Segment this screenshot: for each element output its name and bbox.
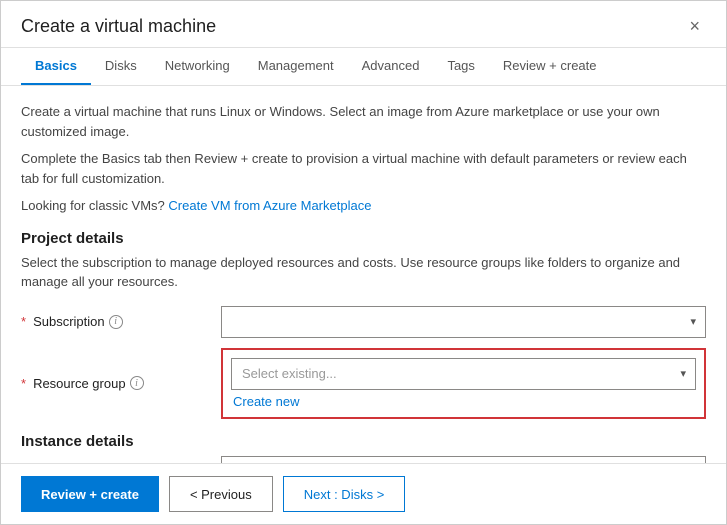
tabs-bar: Basics Disks Networking Management Advan… xyxy=(1,48,726,86)
tab-advanced[interactable]: Advanced xyxy=(348,48,434,85)
create-new-resource-group-link[interactable]: Create new xyxy=(231,394,696,409)
subscription-select-wrapper: ▾ xyxy=(221,306,706,338)
subscription-select[interactable] xyxy=(221,306,706,338)
resource-group-label: * Resource group i xyxy=(21,376,221,391)
instance-details-title: Instance details xyxy=(21,433,706,450)
tab-management[interactable]: Management xyxy=(244,48,348,85)
tab-review-create[interactable]: Review + create xyxy=(489,48,611,85)
subscription-control: ▾ xyxy=(221,306,706,338)
project-details-description: Select the subscription to manage deploy… xyxy=(21,253,706,292)
resource-group-required: * xyxy=(21,376,26,391)
resource-group-info-icon[interactable]: i xyxy=(130,376,144,390)
classic-prefix: Looking for classic VMs? xyxy=(21,198,168,213)
tab-disks[interactable]: Disks xyxy=(91,48,151,85)
close-button[interactable]: × xyxy=(683,15,706,37)
tab-tags[interactable]: Tags xyxy=(433,48,488,85)
tab-basics[interactable]: Basics xyxy=(21,48,91,85)
dialog-header: Create a virtual machine × xyxy=(1,1,726,48)
description-line1: Create a virtual machine that runs Linux… xyxy=(21,102,706,141)
dialog-content: Create a virtual machine that runs Linux… xyxy=(1,86,726,463)
project-details-title: Project details xyxy=(21,230,706,247)
resource-group-select-row: Select existing... ▾ xyxy=(231,358,696,390)
previous-button[interactable]: < Previous xyxy=(169,476,273,512)
review-create-button[interactable]: Review + create xyxy=(21,476,159,512)
dialog-footer: Review + create < Previous Next : Disks … xyxy=(1,463,726,524)
resource-group-row: * Resource group i Select existing... ▾ … xyxy=(21,348,706,419)
resource-group-box: Select existing... ▾ Create new xyxy=(221,348,706,419)
description-line2: Complete the Basics tab then Review + cr… xyxy=(21,149,706,188)
vm-name-row: * Virtual machine name i xyxy=(21,456,706,464)
next-button[interactable]: Next : Disks > xyxy=(283,476,406,512)
subscription-row: * Subscription i ▾ xyxy=(21,306,706,338)
vm-name-input[interactable] xyxy=(221,456,706,464)
classic-vm-link[interactable]: Create VM from Azure Marketplace xyxy=(168,198,371,213)
description-classic: Looking for classic VMs? Create VM from … xyxy=(21,196,706,216)
create-vm-dialog: Create a virtual machine × Basics Disks … xyxy=(0,0,727,525)
vm-name-control xyxy=(221,456,706,464)
tab-networking[interactable]: Networking xyxy=(151,48,244,85)
subscription-required: * xyxy=(21,314,26,329)
subscription-info-icon[interactable]: i xyxy=(109,315,123,329)
resource-group-select[interactable]: Select existing... xyxy=(231,358,696,390)
subscription-label: * Subscription i xyxy=(21,314,221,329)
dialog-title: Create a virtual machine xyxy=(21,16,216,37)
